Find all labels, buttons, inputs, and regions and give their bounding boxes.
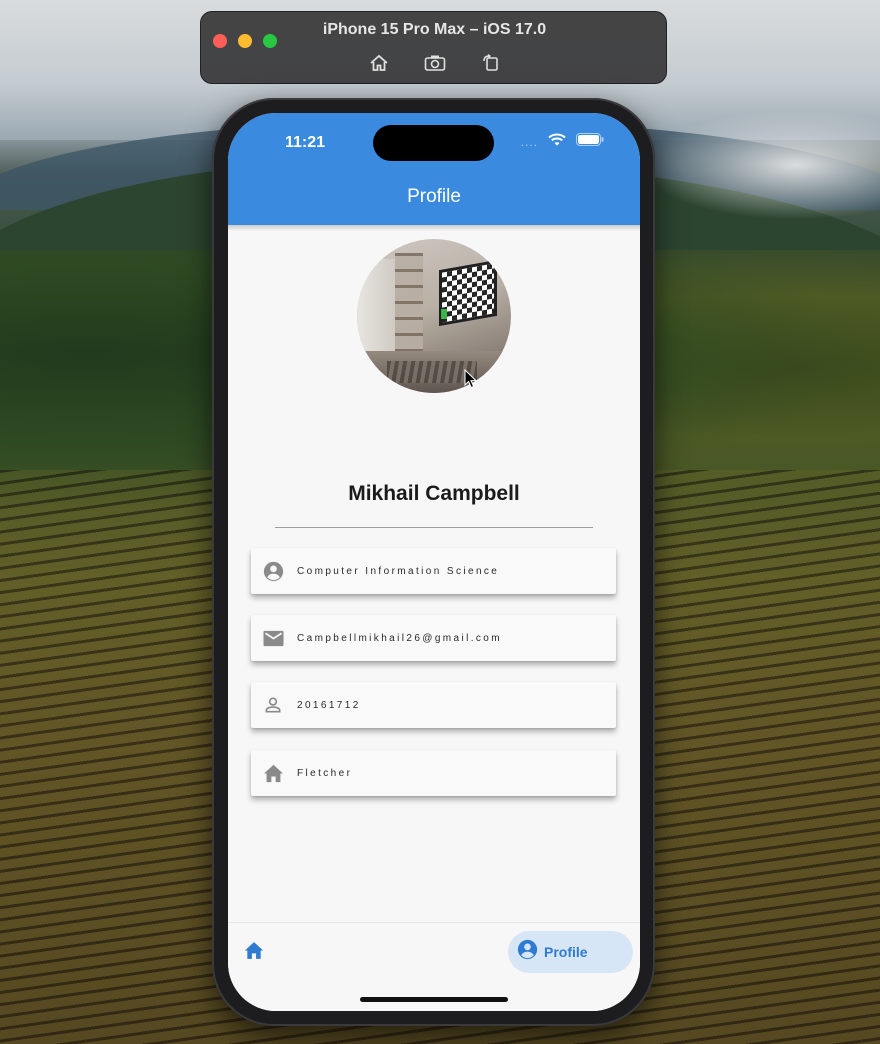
info-text-id: 20161712 <box>297 699 361 711</box>
phone-screen: 11:21 .... Profile Mikhail Campbell Comp… <box>228 113 640 1011</box>
info-card-email[interactable]: Campbellmikhail26@gmail.com <box>251 615 616 661</box>
app-bar-shadow <box>228 225 640 231</box>
wallpaper-fog <box>640 110 880 220</box>
home-icon <box>244 942 264 959</box>
home-indicator[interactable] <box>360 997 508 1002</box>
mouse-cursor-icon <box>464 368 478 394</box>
nav-home-button[interactable] <box>244 941 266 963</box>
info-card-residence[interactable]: Fletcher <box>251 750 616 796</box>
home-icon[interactable] <box>368 52 390 74</box>
avatar-shelf <box>395 253 423 357</box>
info-card-major[interactable]: Computer Information Science <box>251 548 616 594</box>
avatar-green-light <box>441 309 447 319</box>
account-circle-icon <box>517 939 538 965</box>
person-outline-icon <box>262 694 284 716</box>
profile-name: Mikhail Campbell <box>348 482 520 505</box>
app-bar: 11:21 .... Profile <box>228 113 640 225</box>
name-divider <box>275 527 593 528</box>
simulator-toolbar: iPhone 15 Pro Max – iOS 17.0 <box>200 11 667 84</box>
account-circle-icon <box>262 560 284 582</box>
status-icons: .... <box>521 133 604 151</box>
info-text-residence: Fletcher <box>297 767 353 779</box>
signal-dots: .... <box>520 135 538 149</box>
avatar-tv <box>439 259 497 327</box>
info-text-email: Campbellmikhail26@gmail.com <box>297 632 503 644</box>
wifi-icon <box>548 133 566 151</box>
battery-icon <box>576 133 604 151</box>
rotate-icon[interactable] <box>480 52 502 74</box>
nav-profile-button[interactable]: Profile <box>508 931 633 973</box>
screenshot-icon[interactable] <box>424 52 446 74</box>
avatar[interactable] <box>357 239 511 393</box>
nav-profile-label: Profile <box>544 944 588 960</box>
simulator-title: iPhone 15 Pro Max – iOS 17.0 <box>322 21 547 38</box>
page-title: Profile <box>407 186 461 207</box>
home-icon <box>262 762 284 784</box>
simulator-tools <box>201 52 668 74</box>
status-time: 11:21 <box>285 134 326 151</box>
avatar-window <box>357 259 395 359</box>
info-text-major: Computer Information Science <box>297 565 500 577</box>
dynamic-island <box>373 125 494 161</box>
email-icon <box>262 627 284 649</box>
info-card-id[interactable]: 20161712 <box>251 682 616 728</box>
